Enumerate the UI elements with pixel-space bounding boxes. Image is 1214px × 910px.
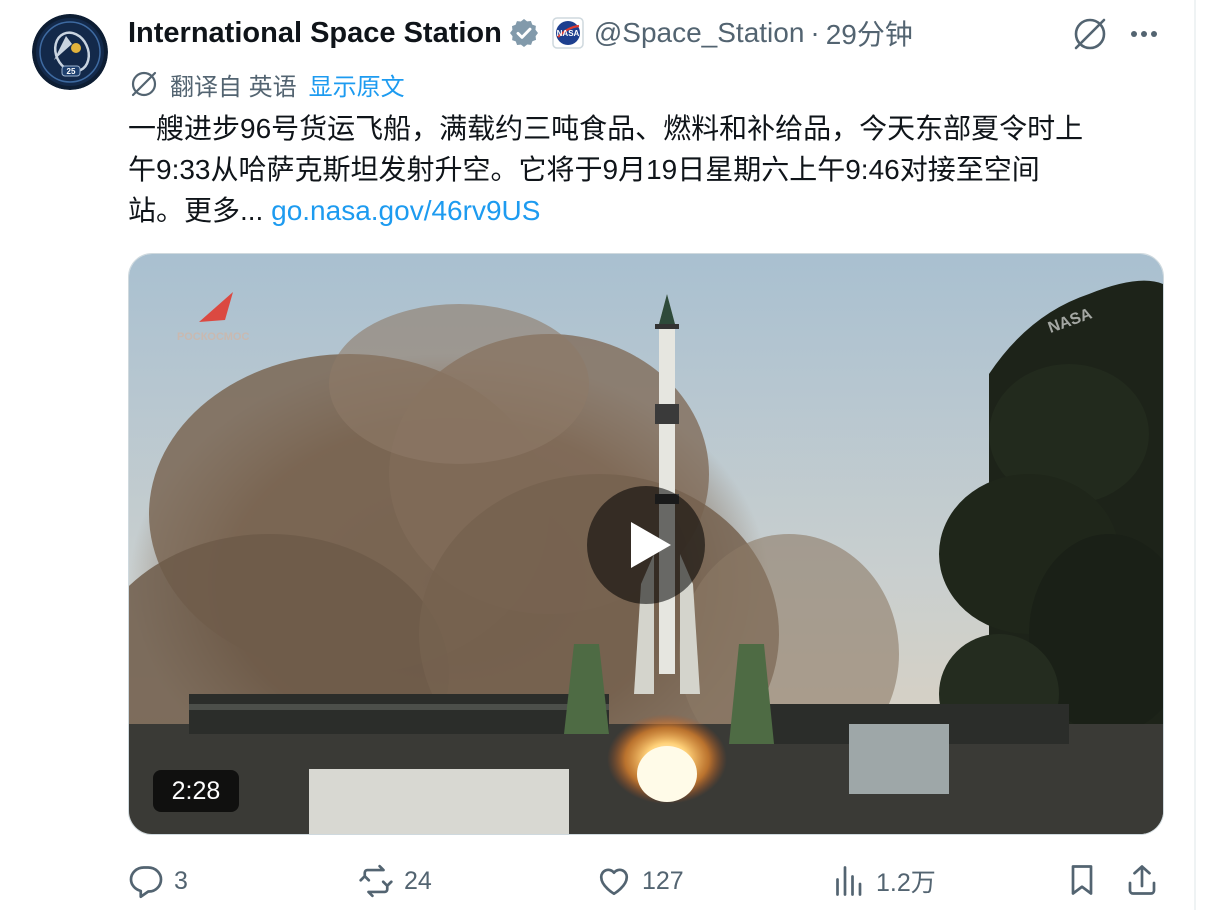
repost-button[interactable]: 24 — [358, 858, 432, 904]
views-count: 1.2万 — [876, 869, 936, 897]
action-bar: 3 24 127 1.2万 — [128, 858, 1168, 904]
roscosmos-watermark: РОСКОСМОС — [177, 331, 249, 343]
like-button[interactable]: 127 — [596, 858, 684, 904]
more-icon[interactable] — [1124, 14, 1164, 54]
play-button[interactable] — [587, 486, 705, 604]
tweet-timestamp[interactable]: 29分钟 — [826, 13, 913, 53]
author-avatar[interactable]: 25 — [32, 14, 108, 90]
views-button[interactable]: 1.2万 — [830, 858, 936, 904]
translation-label: 翻译自 英语 — [170, 73, 297, 101]
author-name[interactable]: International Space Station — [128, 17, 502, 50]
tweet-text-line: 午9:33从哈萨克斯坦发射升空。它将于9月19日星期六上午9:46对接至空间 — [128, 154, 1040, 185]
tweet-text-line: 一艘进步96号货运飞船，满载约三吨食品、燃料和补给品，今天东部夏令时上 — [128, 113, 1084, 144]
author-handle[interactable]: @Space_Station — [594, 17, 805, 49]
timeline-divider — [1194, 0, 1196, 910]
play-icon — [631, 522, 671, 568]
video-player[interactable]: РОСКОСМОС NASA 2:28 — [128, 253, 1164, 835]
reply-icon — [129, 866, 163, 899]
grok-icon[interactable] — [1070, 14, 1110, 54]
translate-icon — [128, 68, 160, 100]
like-icon — [599, 868, 629, 896]
show-original-link[interactable]: 显示原文 — [309, 67, 405, 102]
verified-icon[interactable] — [508, 17, 540, 49]
tweet-link[interactable]: go.nasa.gov/46rv9US — [271, 195, 540, 226]
repost-icon — [359, 864, 393, 898]
reply-count: 3 — [174, 866, 188, 895]
header-separator: · — [810, 17, 820, 48]
tweet-text: 一艘进步96号货运飞船，满载约三吨食品、燃料和补给品，今天东部夏令时上 午9:3… — [128, 108, 1168, 231]
share-icon[interactable] — [1124, 862, 1160, 898]
bookmark-icon[interactable] — [1064, 862, 1100, 898]
translation-row: 翻译自 英语 显示原文 — [128, 64, 405, 104]
tweet-text-tail: 站。更多... — [128, 195, 272, 226]
nasa-badge-icon[interactable]: NASA — [552, 17, 584, 49]
video-duration: 2:28 — [153, 770, 239, 812]
nasa-badge-text: NASA — [557, 29, 580, 38]
like-count: 127 — [642, 866, 684, 895]
views-icon — [836, 866, 862, 896]
avatar-badge-text: 25 — [67, 67, 76, 76]
tweet-text-line: 站。更多... go.nasa.gov/46rv9US — [128, 190, 1168, 231]
reply-button[interactable]: 3 — [128, 858, 188, 904]
repost-count: 24 — [404, 866, 432, 895]
tweet-header: International Space Station NASA @Space_… — [128, 12, 913, 54]
